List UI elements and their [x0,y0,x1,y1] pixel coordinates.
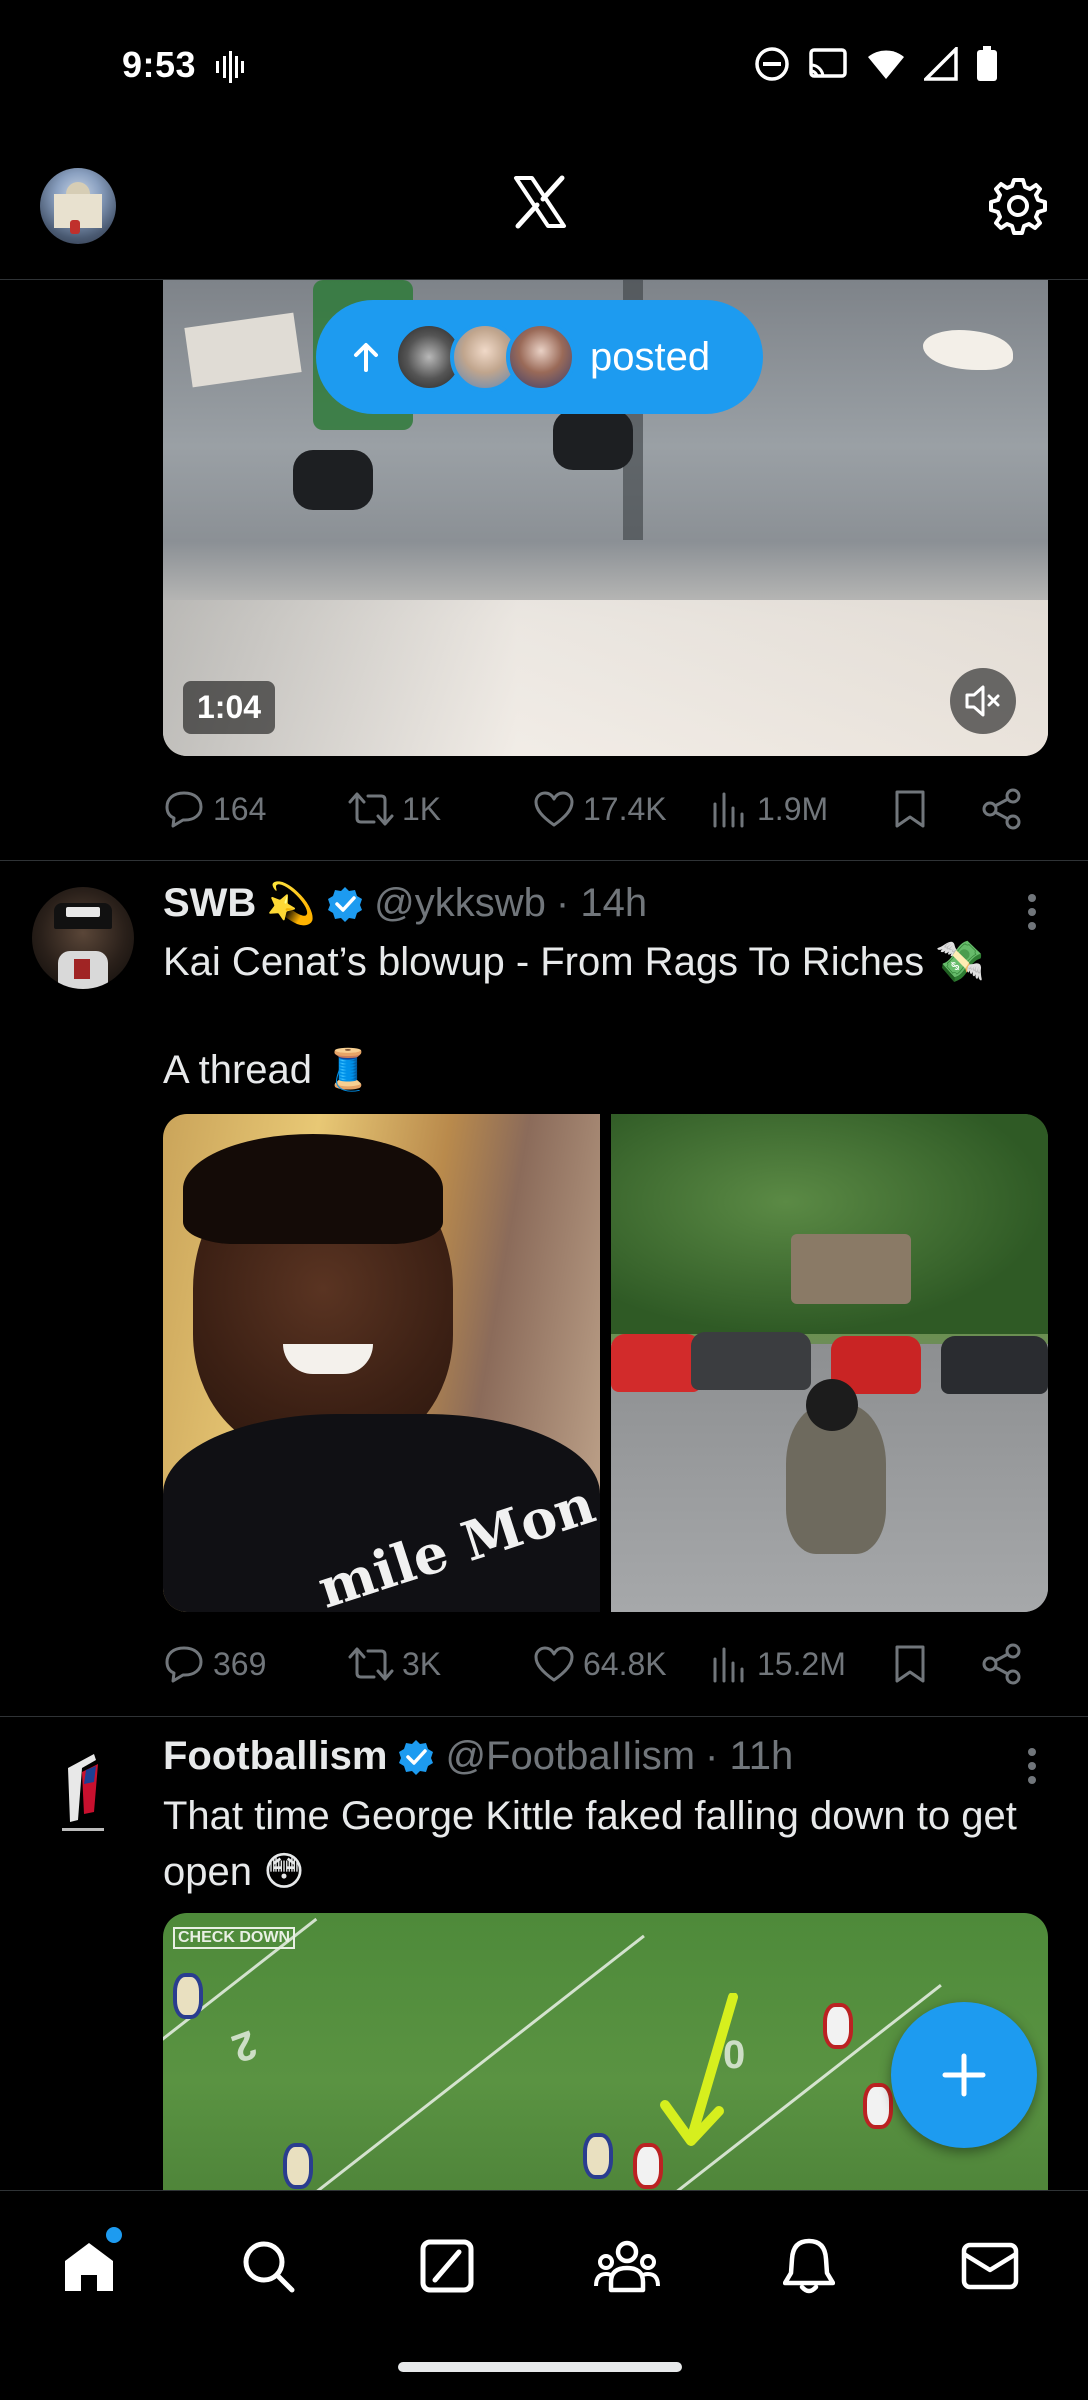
bookmark-icon [895,790,925,828]
post-image[interactable] [611,1114,1048,1612]
media-watermark: CHECK DOWN [173,1927,295,1949]
repost-button[interactable]: 3K [348,1645,441,1683]
author-avatar[interactable] [32,1742,134,1844]
post1-action-bar: 164 1K 17.4K 1.9M [163,779,1033,839]
views-count: 15.2M [757,1645,846,1682]
share-button[interactable] [981,1643,1023,1685]
post3-text: That time George Kittle faked falling do… [163,1794,1017,1894]
post-divider [0,1716,1088,1717]
status-bar: 9:53 [0,0,1088,130]
reply-count: 369 [213,1645,267,1682]
home-icon [65,2243,113,2291]
grok-icon [420,2239,474,2293]
views-count: 1.9M [757,790,829,827]
mail-icon [961,2242,1019,2290]
post2-text-line2: A thread 🧵 [163,1048,373,1092]
nav-home[interactable] [54,2227,124,2301]
author-handle[interactable]: @ykkswb [374,881,546,926]
more-options-icon[interactable] [1026,892,1038,932]
post2-header: SWB 💫 @ykkswb · 14h [163,880,647,927]
mute-button[interactable] [950,668,1016,734]
signal-icon [924,47,958,81]
reply-icon [165,791,203,828]
share-icon [982,788,1021,830]
repost-count: 1K [402,790,442,827]
search-icon [243,2241,295,2293]
new-posts-pill[interactable]: posted [316,300,763,414]
compose-button[interactable] [891,2002,1037,2148]
heart-icon [534,791,574,827]
repost-button[interactable]: 1K [348,790,441,828]
post-time: · 11h [705,1734,794,1778]
views-icon [713,792,744,828]
wifi-icon [868,50,904,79]
views-icon [713,1647,744,1683]
nav-communities[interactable] [592,2231,662,2301]
highlight-arrow-icon [660,1993,738,2146]
more-options-icon[interactable] [1026,1746,1038,1786]
post3-header: Footballism @FootbaIIism · 11h [163,1734,793,1779]
post-divider [0,860,1088,861]
reply-icon [165,1646,203,1683]
post-image[interactable]: mile Mon [163,1114,600,1612]
repost-icon [348,1647,394,1681]
author-name[interactable]: Footballism [163,1734,387,1779]
views-button[interactable]: 1.9M [711,790,828,828]
poster-avatar [506,322,576,392]
post2-text-line1: Kai Cenat’s blowup - From Rags To Riches… [163,940,985,984]
verified-badge-icon [328,886,363,922]
vibrate-icon [216,51,244,83]
like-button[interactable]: 64.8K [533,1645,667,1683]
reply-button[interactable]: 369 [163,1644,266,1684]
author-avatar[interactable] [32,887,134,989]
cast-icon [809,48,847,78]
bell-icon [783,2238,835,2294]
post2-action-bar: 369 3K 64.8K 15.2M [163,1634,1033,1694]
gear-icon[interactable] [988,176,1048,236]
video-duration: 1:04 [183,681,276,734]
author-handle[interactable]: @FootbaIIism [445,1734,695,1779]
verified-badge-icon [399,1739,434,1775]
screen: 9:53 1:04 posted 164 1K 17.4K 1.9M SWB 💫… [0,0,1088,2400]
speaker-mute-icon [965,685,1000,717]
x-logo-icon[interactable] [512,174,568,230]
bookmark-button[interactable] [893,1644,927,1684]
like-count: 64.8K [583,1645,667,1682]
heart-icon [534,1646,574,1682]
communities-icon [594,2240,660,2293]
dnd-icon [755,47,789,81]
nav-notifications[interactable] [774,2231,844,2301]
nav-search[interactable] [233,2231,303,2301]
footballism-logo-icon [62,1754,104,1831]
nav-messages[interactable] [955,2231,1025,2301]
home-indicator[interactable] [398,2362,682,2372]
share-button[interactable] [981,788,1023,830]
status-icons [754,46,998,82]
like-button[interactable]: 17.4K [533,790,667,828]
repost-icon [348,792,394,826]
posted-label: posted [590,334,711,379]
repost-count: 3K [402,1645,442,1682]
views-button[interactable]: 15.2M [711,1645,846,1683]
status-time: 9:53 [122,44,197,85]
post-time: · 14h [555,881,648,925]
reply-count: 164 [213,790,267,827]
nav-grok[interactable] [412,2231,482,2301]
like-count: 17.4K [583,790,667,827]
top-navigation [0,130,1088,280]
plus-icon [942,2053,986,2097]
profile-avatar[interactable] [40,168,116,244]
share-icon [982,1643,1021,1685]
arrow-up-icon [354,343,378,372]
author-name[interactable]: SWB [163,881,256,926]
bookmark-button[interactable] [893,789,927,829]
reply-button[interactable]: 164 [163,789,266,829]
notification-dot [106,2227,122,2243]
author-emoji: 💫 [266,882,317,926]
battery-icon [977,46,997,81]
bookmark-icon [895,1645,925,1683]
